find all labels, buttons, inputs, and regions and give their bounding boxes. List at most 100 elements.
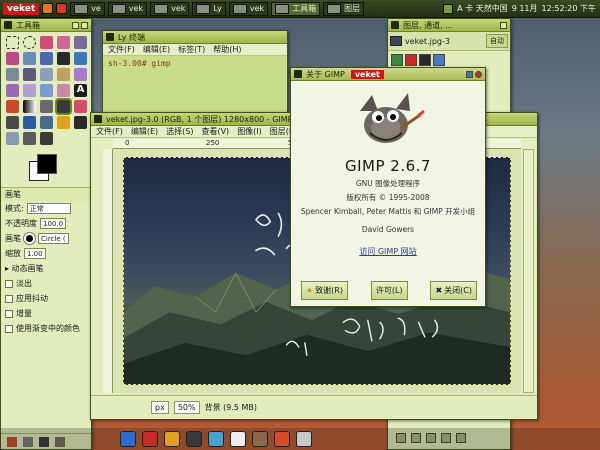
taskbar-item-4[interactable]: Ly — [192, 1, 226, 16]
blend-icon[interactable] — [23, 100, 36, 113]
ink-icon[interactable] — [23, 116, 36, 129]
gradient-color-checkbox[interactable] — [5, 324, 13, 333]
taskbar-item-layers[interactable]: 图层 — [323, 1, 365, 16]
lasso-icon[interactable] — [40, 36, 53, 49]
jitter-checkbox[interactable] — [5, 294, 13, 303]
editor-icon[interactable] — [274, 431, 290, 447]
brush-preview[interactable] — [23, 232, 36, 245]
layers-titlebar[interactable]: 图层, 通道, ... — [388, 19, 510, 32]
layers-tab-icon[interactable] — [391, 54, 403, 66]
foreground-color-swatch[interactable] — [37, 154, 57, 174]
zoom-select[interactable]: 50% — [173, 401, 200, 414]
paintbrush-icon[interactable] — [55, 98, 72, 115]
network-icon[interactable] — [443, 3, 454, 14]
color-select-icon[interactable] — [74, 36, 87, 49]
smudge-icon[interactable] — [23, 132, 36, 145]
move-icon[interactable] — [23, 68, 36, 81]
close-button[interactable]: ✖ 关闭(C) — [430, 281, 477, 300]
dodge-burn-icon[interactable] — [40, 132, 53, 145]
align-icon[interactable] — [40, 68, 53, 81]
minimize-button[interactable] — [72, 21, 79, 29]
brush-dynamics-expander[interactable]: ▸ 动态画笔 — [5, 263, 44, 274]
scissors-icon[interactable] — [6, 52, 19, 65]
about-titlebar[interactable]: 关于 GIMP veket — [291, 68, 485, 81]
dialog-close-button[interactable] — [475, 70, 482, 78]
undo-tab-icon[interactable] — [433, 54, 445, 66]
auto-button[interactable]: 自动 — [486, 34, 508, 48]
clock-date[interactable]: 9 11月 — [512, 3, 538, 14]
paths-tab-icon[interactable] — [419, 54, 431, 66]
zoom-icon[interactable] — [74, 52, 87, 65]
incremental-checkbox[interactable] — [5, 309, 13, 318]
crop-icon[interactable] — [57, 68, 70, 81]
channels-tab-icon[interactable] — [405, 54, 417, 66]
taskbar-item-1[interactable]: ve — [70, 1, 105, 16]
terminal-output[interactable]: sh-3.00# gimp — [103, 56, 287, 113]
document-icon[interactable] — [296, 431, 312, 447]
airbrush-icon[interactable] — [6, 116, 19, 129]
opacity-field[interactable]: 100.0 — [40, 218, 67, 229]
dock-close-button[interactable] — [500, 21, 507, 29]
dialog-minimize-button[interactable] — [466, 70, 473, 78]
clock-time[interactable]: 12:52:20 下午 — [542, 3, 596, 14]
text-tool-icon[interactable]: A — [74, 84, 87, 97]
heal-icon[interactable] — [57, 116, 70, 129]
pencil-icon[interactable] — [40, 100, 53, 113]
monitor-icon[interactable] — [120, 431, 136, 447]
folder-icon[interactable] — [164, 431, 180, 447]
blur-icon[interactable] — [6, 132, 19, 145]
license-button[interactable]: 许可(L) — [370, 281, 408, 300]
image-menu-view[interactable]: 查看(V) — [201, 126, 229, 137]
penguin-icon[interactable] — [230, 431, 246, 447]
terminal-titlebar[interactable]: Ly 终端 — [103, 31, 287, 44]
taskbar-item-toolbox[interactable]: 工具箱 — [271, 1, 321, 16]
terminal-launcher-icon[interactable] — [186, 431, 202, 447]
fg-bg-colors[interactable] — [7, 151, 85, 185]
window-menu-icon[interactable] — [4, 21, 12, 29]
menu-edit[interactable]: 编辑(E) — [143, 44, 170, 55]
color-picker-icon[interactable] — [57, 52, 70, 65]
settings-icon[interactable] — [252, 431, 268, 447]
eraser-icon[interactable] — [74, 100, 87, 113]
browser-launcher-icon[interactable] — [42, 3, 54, 14]
ellipse-select-icon[interactable] — [23, 36, 36, 49]
bucket-fill-icon[interactable] — [6, 100, 19, 113]
close-button[interactable] — [81, 21, 88, 29]
start-menu-button[interactable]: veket — [3, 2, 40, 15]
fade-checkbox[interactable] — [5, 279, 13, 288]
rotate-icon[interactable] — [74, 68, 87, 81]
shear-icon[interactable] — [23, 84, 36, 97]
flip-icon[interactable] — [57, 84, 70, 97]
taskbar-item-3[interactable]: vek — [150, 1, 190, 16]
rect-select-icon[interactable] — [6, 36, 19, 49]
menu-tabs[interactable]: 标签(T) — [178, 44, 205, 55]
mode-select[interactable]: 正常 — [26, 203, 71, 214]
image-menu-image[interactable]: 图像(I) — [237, 126, 262, 137]
taskbar-item-5[interactable]: vek — [228, 1, 269, 16]
image-menu-file[interactable]: 文件(F) — [96, 126, 123, 137]
scale-icon[interactable] — [6, 84, 19, 97]
globe-icon[interactable] — [208, 431, 224, 447]
image-select[interactable]: veket.jpg-3 — [405, 37, 450, 46]
menu-help[interactable]: 帮助(H) — [213, 44, 241, 55]
website-link[interactable]: 访问 GIMP 网站 — [359, 246, 416, 257]
vertical-scrollbar[interactable] — [523, 149, 534, 393]
perspective-icon[interactable] — [40, 84, 53, 97]
vertical-ruler[interactable] — [103, 149, 113, 393]
perspective-clone-icon[interactable] — [74, 116, 87, 129]
image-menu-select[interactable]: 选择(S) — [166, 126, 193, 137]
paths-icon[interactable] — [40, 52, 53, 65]
measure-icon[interactable] — [6, 68, 19, 81]
app-launcher-icon[interactable] — [56, 3, 68, 14]
taskbar-item-2[interactable]: vek — [107, 1, 148, 16]
scale-field[interactable]: 1.00 — [24, 248, 46, 259]
unit-select[interactable]: px — [151, 401, 169, 414]
image-menu-edit[interactable]: 编辑(E) — [131, 126, 158, 137]
toolbox-titlebar[interactable]: 工具箱 — [1, 19, 91, 32]
clone-icon[interactable] — [40, 116, 53, 129]
credits-button[interactable]: ★ 致谢(R) — [301, 281, 348, 300]
fuzzy-select-icon[interactable] — [57, 36, 70, 49]
foreground-select-icon[interactable] — [23, 52, 36, 65]
media-icon[interactable] — [142, 431, 158, 447]
menu-file[interactable]: 文件(F) — [108, 44, 135, 55]
